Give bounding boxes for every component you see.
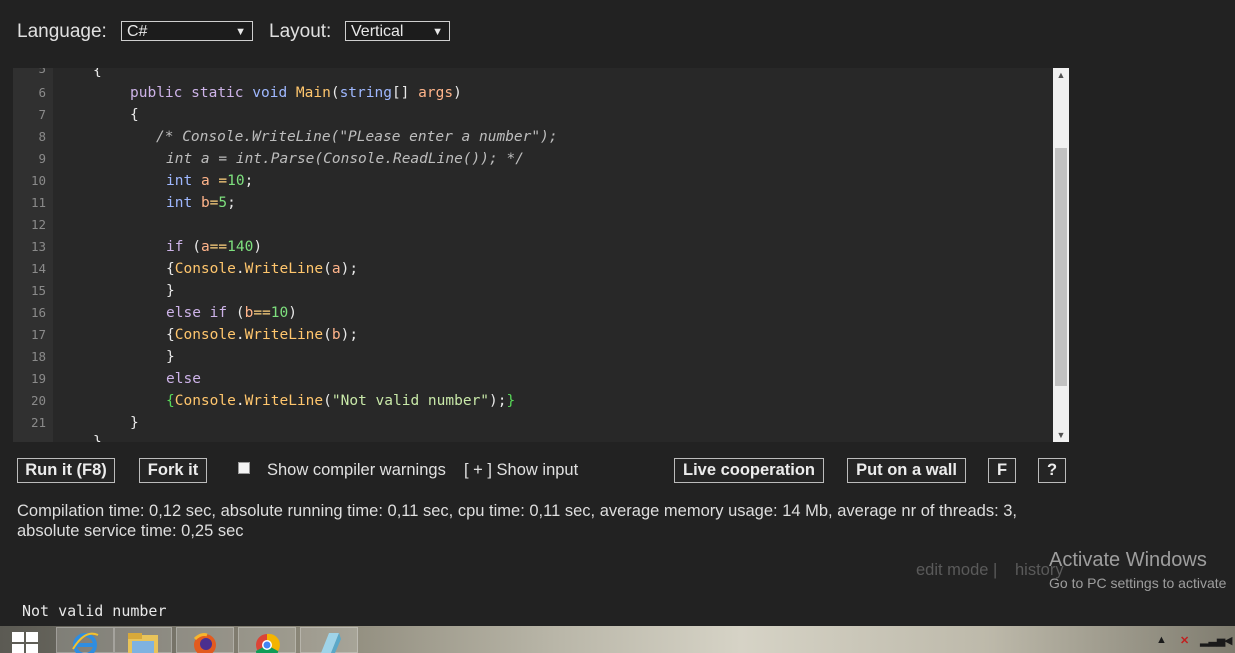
run-button[interactable]: Run it (F8) — [17, 458, 115, 483]
file-explorer-icon[interactable] — [114, 627, 172, 653]
line-number: 8 — [38, 129, 46, 144]
language-select[interactable]: C# ▼ — [121, 21, 253, 41]
code-line: int a =10; — [166, 173, 254, 189]
line-number: 15 — [30, 283, 46, 298]
compiler-warnings-checkbox[interactable] — [238, 462, 250, 474]
chevron-down-icon: ▼ — [235, 26, 246, 38]
activate-windows-subtitle: Go to PC settings to activate — [1049, 575, 1227, 591]
code-line: public static void Main(string[] args) — [130, 85, 462, 101]
line-number: 9 — [38, 151, 46, 166]
line-number: 5 — [38, 68, 46, 76]
code-editor[interactable]: 5 6 7 8 9 10 11 12 13 14 15 16 17 18 19 … — [13, 68, 1069, 442]
scroll-up-icon[interactable]: ▲ — [1053, 68, 1069, 82]
line-number: 21 — [30, 415, 46, 430]
code-line: {Console.WriteLine(a); — [166, 261, 359, 277]
put-on-wall-button[interactable]: Put on a wall — [847, 458, 966, 483]
code-line: int b=5; — [166, 195, 236, 211]
code-line: } — [93, 434, 102, 442]
scrollbar-thumb[interactable] — [1055, 148, 1067, 386]
language-label: Language: — [17, 21, 107, 42]
code-line: {Console.WriteLine("Not valid number");} — [166, 393, 516, 409]
layout-label: Layout: — [269, 21, 332, 42]
code-line: else if (b==10) — [166, 305, 297, 321]
stats-line: absolute service time: 0,25 sec — [17, 522, 244, 540]
chrome-icon[interactable] — [238, 627, 296, 653]
edit-mode-link[interactable]: edit mode | — [916, 561, 997, 580]
program-output: Not valid number — [22, 602, 167, 620]
code-line: {Console.WriteLine(b); — [166, 327, 359, 343]
network-flag-icon[interactable]: ✕ — [1180, 634, 1189, 647]
signal-icon[interactable]: ▂▃▅ — [1200, 634, 1225, 647]
windows-taskbar: ▲ ✕ ▂▃▅ ◀ — [0, 626, 1235, 653]
code-line: /* Console.WriteLine("PLease enter a num… — [156, 129, 558, 145]
line-number: 17 — [30, 327, 46, 342]
volume-icon[interactable]: ◀ — [1224, 634, 1232, 647]
scroll-down-icon[interactable]: ▼ — [1053, 428, 1069, 442]
layout-select[interactable]: Vertical ▼ — [345, 21, 450, 41]
top-toolbar: Language: C# ▼ Layout: Vertical ▼ — [0, 0, 1235, 68]
code-content[interactable]: { public static void Main(string[] args)… — [53, 68, 1053, 442]
code-line: int a = int.Parse(Console.ReadLine()); *… — [166, 151, 524, 167]
code-line: if (a==140) — [166, 239, 263, 255]
line-number: 12 — [30, 217, 46, 232]
code-line: { — [93, 68, 102, 79]
chevron-down-icon: ▼ — [432, 26, 443, 38]
line-number: 18 — [30, 349, 46, 364]
activate-windows-title: Activate Windows — [1049, 549, 1207, 571]
fork-button[interactable]: Fork it — [139, 458, 207, 483]
firefox-icon[interactable] — [176, 627, 234, 653]
line-number: 14 — [30, 261, 46, 276]
line-number: 16 — [30, 305, 46, 320]
line-number: 19 — [30, 371, 46, 386]
windows-start-icon[interactable] — [12, 632, 38, 653]
code-line: } — [130, 415, 139, 431]
line-number: 11 — [30, 195, 46, 210]
line-number: 7 — [38, 107, 46, 122]
layout-select-value: Vertical — [351, 23, 404, 40]
line-number: 10 — [30, 173, 46, 188]
line-number-gutter: 5 6 7 8 9 10 11 12 13 14 15 16 17 18 19 … — [13, 68, 53, 442]
code-line: } — [166, 283, 175, 299]
line-number: 13 — [30, 239, 46, 254]
line-number: 20 — [30, 393, 46, 408]
live-cooperation-button[interactable]: Live cooperation — [674, 458, 824, 483]
app-icon[interactable] — [300, 627, 358, 653]
help-button[interactable]: ? — [1038, 458, 1066, 483]
code-line: } — [166, 349, 175, 365]
stats-line: Compilation time: 0,12 sec, absolute run… — [17, 502, 1017, 520]
f-button[interactable]: F — [988, 458, 1016, 483]
execution-stats: Compilation time: 0,12 sec, absolute run… — [17, 501, 1077, 541]
show-input-link[interactable]: [ + ] Show input — [464, 461, 578, 480]
code-line: else — [166, 371, 201, 387]
code-line: { — [130, 107, 139, 123]
tray-arrow-icon[interactable]: ▲ — [1156, 634, 1167, 646]
line-number: 6 — [38, 85, 46, 100]
internet-explorer-icon[interactable] — [56, 627, 114, 653]
language-select-value: C# — [127, 23, 148, 40]
compiler-warnings-label: Show compiler warnings — [267, 461, 446, 479]
editor-scrollbar[interactable]: ▲ ▼ — [1053, 68, 1069, 442]
